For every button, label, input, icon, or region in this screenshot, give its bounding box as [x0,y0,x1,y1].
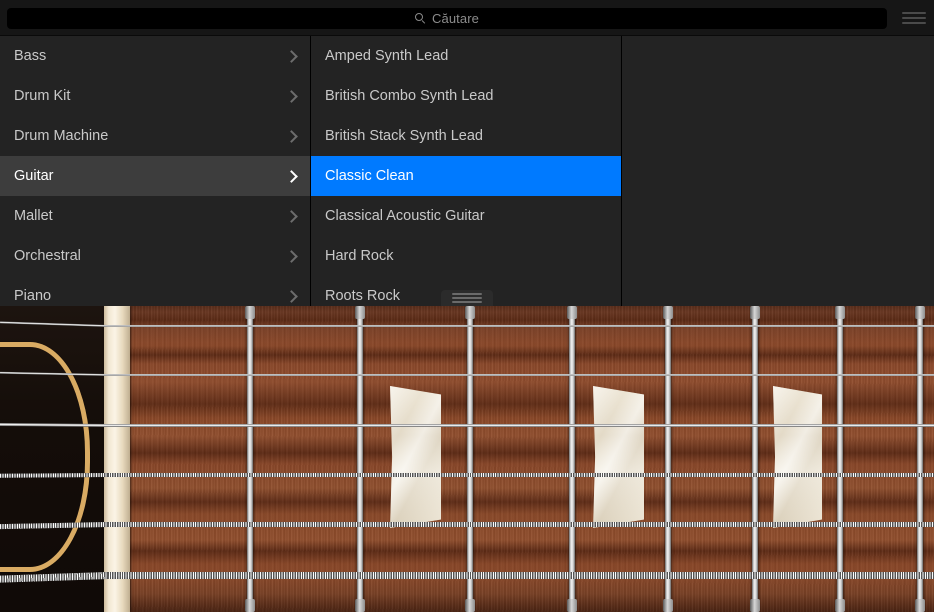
top-bar: Căutare [0,0,934,36]
fret-inlay [389,386,441,528]
menu-bar-3 [902,22,926,24]
sidebar-item-drum-machine[interactable]: Drum Machine [0,116,310,156]
list-item-label: British Stack Synth Lead [325,128,611,144]
sidebar-item-label: Mallet [14,208,287,224]
sidebar-item-guitar[interactable]: Guitar [0,156,310,196]
list-item-label: British Combo Synth Lead [325,88,611,104]
app-window: Căutare Bass Drum Kit Drum Machine [0,0,934,612]
fret-wire [837,306,843,612]
fret-wire [357,306,363,612]
handle-bar-2 [452,297,482,299]
menu-bar-2 [902,17,926,19]
list-item-amped-synth-lead[interactable]: Amped Synth Lead [311,36,621,76]
patch-column: Amped Synth Lead British Combo Synth Lea… [311,36,622,306]
category-column: Bass Drum Kit Drum Machine Guitar Mallet… [0,36,311,306]
fret-wire [665,306,671,612]
fret-wire [752,306,758,612]
chevron-right-icon [285,90,298,103]
sidebar-item-label: Bass [14,48,287,64]
sidebar-item-piano[interactable]: Piano [0,276,310,306]
fret-inlay [772,386,822,528]
menu-bar-1 [902,12,926,14]
guitar-nut [104,306,130,612]
chevron-right-icon [285,290,298,303]
chevron-right-icon [285,170,298,183]
sidebar-item-drum-kit[interactable]: Drum Kit [0,76,310,116]
fret-inlay [592,386,644,528]
sound-browser: Bass Drum Kit Drum Machine Guitar Mallet… [0,36,934,306]
list-item-classical-acoustic-guitar[interactable]: Classical Acoustic Guitar [311,196,621,236]
sidebar-item-label: Piano [14,288,287,304]
chevron-right-icon [285,250,298,263]
fret-wire [917,306,923,612]
sidebar-item-label: Guitar [14,168,287,184]
search-placeholder: Căutare [432,11,479,26]
sidebar-item-mallet[interactable]: Mallet [0,196,310,236]
fret-wire [467,306,473,612]
guitar-fretboard[interactable] [0,306,934,612]
search-icon [415,13,426,24]
list-item-label: Classical Acoustic Guitar [325,208,611,224]
sidebar-item-orchestral[interactable]: Orchestral [0,236,310,276]
hamburger-menu-icon[interactable] [902,10,926,26]
list-item-british-combo-synth-lead[interactable]: British Combo Synth Lead [311,76,621,116]
list-item-label: Amped Synth Lead [325,48,611,64]
resize-handle[interactable] [441,290,493,306]
list-item-classic-clean[interactable]: Classic Clean [311,156,621,196]
detail-column[interactable] [622,36,934,306]
list-item-british-stack-synth-lead[interactable]: British Stack Synth Lead [311,116,621,156]
handle-bar-3 [452,301,482,303]
sidebar-item-label: Orchestral [14,248,287,264]
sidebar-item-label: Drum Machine [14,128,287,144]
chevron-right-icon [285,210,298,223]
chevron-right-icon [285,130,298,143]
list-item-hard-rock[interactable]: Hard Rock [311,236,621,276]
sidebar-item-label: Drum Kit [14,88,287,104]
fret-wire [569,306,575,612]
sidebar-item-bass[interactable]: Bass [0,36,310,76]
chevron-right-icon [285,50,298,63]
search-input[interactable]: Căutare [7,8,887,29]
handle-bar-1 [452,293,482,295]
list-item-label: Classic Clean [325,168,611,184]
list-item-label: Hard Rock [325,248,611,264]
fret-wire [247,306,253,612]
